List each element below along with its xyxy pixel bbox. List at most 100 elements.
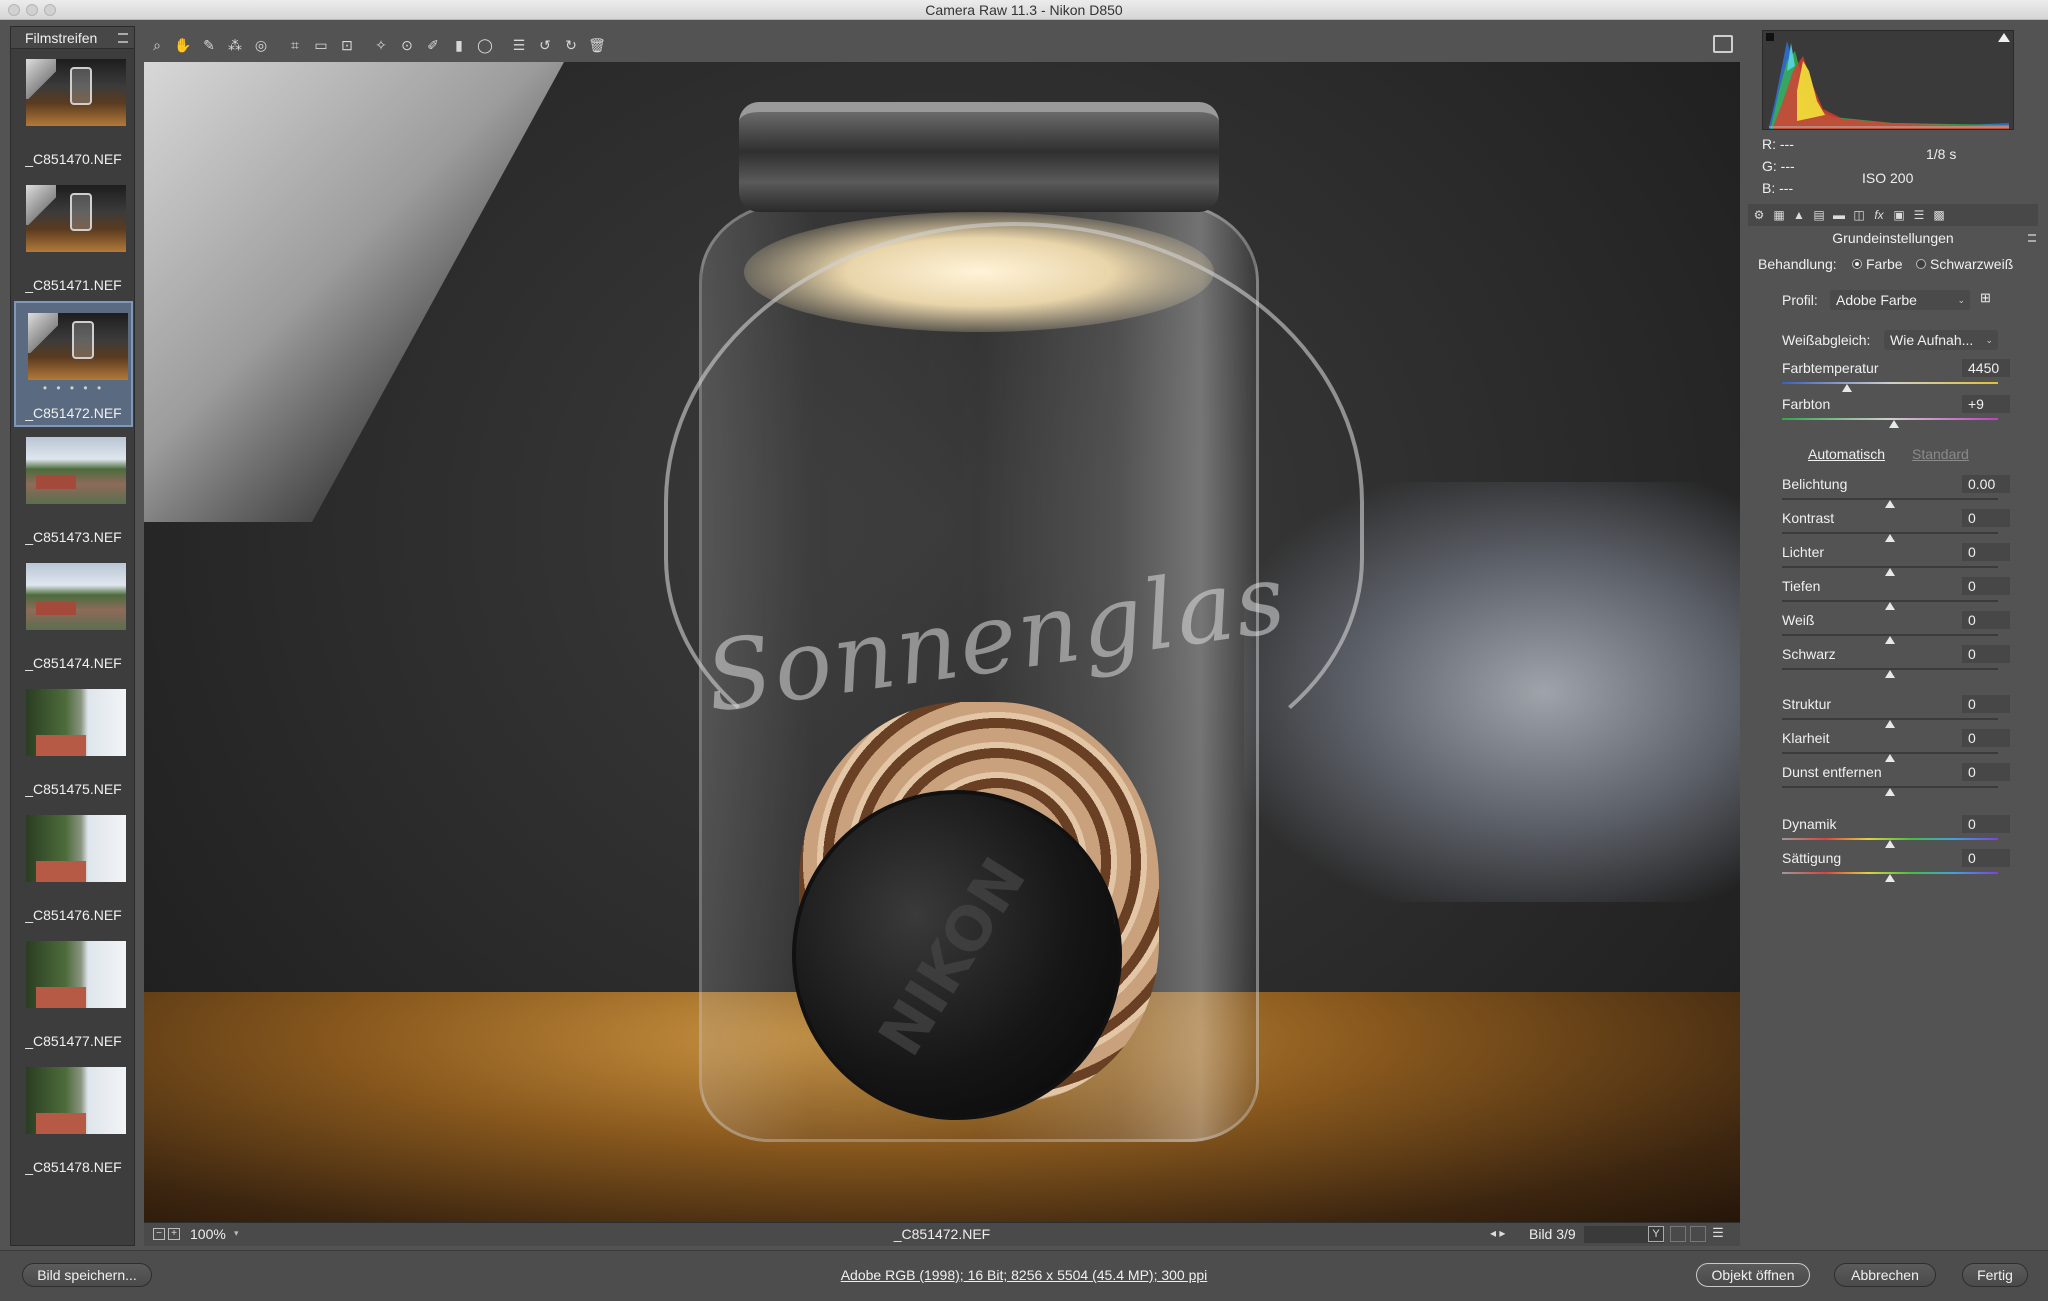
bottom-action-bar: Bild speichern... Adobe RGB (1998); 16 B… [0,1250,2048,1301]
filmstrip-item[interactable]: _C851475.NEF [14,679,133,805]
red-eye-removal-icon[interactable]: ⊙ [396,35,418,55]
rotate-right-icon[interactable]: ↻ [560,35,582,55]
adjustment-brush-icon[interactable]: ✐ [422,35,444,55]
detail-tab-icon[interactable]: ▲ [1790,207,1808,223]
filmstrip-menu-icon[interactable] [118,33,128,43]
filmstrip-item[interactable]: • • • • • _C851472.NEF [14,301,133,427]
filmstrip-item[interactable]: _C851478.NEF [14,1057,133,1183]
hand-tool-icon[interactable]: ✋ [172,35,194,55]
image-nav-arrows[interactable]: ◂ ▸ [1490,1226,1505,1240]
filmstrip-filename: _C851477.NEF [25,1033,122,1049]
default-link[interactable]: Standard [1912,446,1969,462]
color-sampler-tool-icon[interactable]: ⁂ [224,35,246,55]
swap-settings-icon[interactable] [1670,1226,1686,1242]
white-balance-tool-icon[interactable]: ✎ [198,35,220,55]
slider-thumb[interactable] [1885,720,1895,728]
filmstrip-filename: _C851478.NEF [25,1159,122,1175]
slider-value-field[interactable]: 0 [1962,577,2010,595]
crop-tool-icon[interactable]: ⌗ [284,35,306,55]
trash-icon[interactable]: 🗑 [586,35,608,55]
slider-value-field[interactable]: 0 [1962,729,2010,747]
treatment-bw-label[interactable]: Schwarzweiß [1930,256,2013,272]
lens-corrections-tab-icon[interactable]: ◫ [1850,207,1868,223]
slider-value-field[interactable]: 0 [1962,763,2010,781]
slider-value-field[interactable]: 0 [1962,509,2010,527]
slider-label: Lichter [1782,544,1825,560]
targeted-adjustment-tool-icon[interactable]: ◎ [250,35,272,55]
treatment-label: Behandlung: [1758,256,1837,272]
filmstrip-item[interactable]: _C851476.NEF [14,805,133,931]
done-button[interactable]: Fertig [1962,1263,2028,1287]
zoom-tool-icon[interactable]: ⌕ [146,35,168,55]
presets-tab-icon[interactable]: ☰ [1910,207,1928,223]
slider-thumb[interactable] [1885,534,1895,542]
slider-thumb[interactable] [1889,420,1900,428]
effects-tab-icon[interactable]: fx [1870,207,1888,223]
slider-value-field[interactable]: 0.00 [1962,475,2010,493]
calibration-tab-icon[interactable]: ▣ [1890,207,1908,223]
rgb-readout-b: B: --- [1762,180,1794,196]
before-after-toggle-icon[interactable]: Y [1648,1226,1664,1242]
hsl-tab-icon[interactable]: ▤ [1810,207,1828,223]
treatment-color-radio[interactable] [1852,259,1862,269]
tone-curve-tab-icon[interactable]: ▦ [1770,207,1788,223]
filmstrip-title: Filmstreifen [25,30,98,46]
slider-thumb[interactable] [1885,754,1895,762]
preview-preferences-icon[interactable]: ☰ [1710,1226,1726,1242]
straighten-tool-icon[interactable]: ▭ [310,35,332,55]
image-preview[interactable]: Sonnenglas NIKON [144,62,1740,1222]
slider-thumb[interactable] [1885,602,1895,610]
copy-settings-icon[interactable] [1690,1226,1706,1242]
fullscreen-toggle-icon[interactable] [1713,35,1733,53]
filmstrip-item[interactable]: _C851474.NEF [14,553,133,679]
snapshots-tab-icon[interactable]: ▩ [1930,207,1948,223]
white-balance-dropdown[interactable]: Wie Aufnah... ⌄ [1884,330,1998,350]
profile-dropdown[interactable]: Adobe Farbe ⌄ [1830,290,1970,310]
slider-value-field[interactable]: 0 [1962,645,2010,663]
slider-value-field[interactable]: 0 [1962,543,2010,561]
shadow-clipping-icon[interactable] [1766,33,1774,41]
filmstrip-item[interactable]: _C851477.NEF [14,931,133,1057]
cancel-button[interactable]: Abbrechen [1834,1263,1936,1287]
slider-value-field[interactable]: 4450 [1962,359,2010,377]
filmstrip-filename: _C851476.NEF [25,907,122,923]
slider-thumb[interactable] [1885,874,1895,882]
spot-removal-tool-icon[interactable]: ✧ [370,35,392,55]
slider-thumb[interactable] [1885,568,1895,576]
profile-browser-icon[interactable]: ⊞ [1980,290,1991,306]
auto-link[interactable]: Automatisch [1808,446,1885,462]
filmstrip-item[interactable]: _C851470.NEF [14,49,133,175]
split-toning-tab-icon[interactable]: ▬ [1830,207,1848,223]
slider-value-field[interactable]: 0 [1962,611,2010,629]
slider-thumb[interactable] [1885,788,1895,796]
slider-thumb[interactable] [1885,670,1895,678]
treatment-bw-radio[interactable] [1916,259,1926,269]
basic-tab-icon[interactable]: ⚙ [1750,207,1768,223]
slider-thumb[interactable] [1885,500,1895,508]
open-object-button[interactable]: Objekt öffnen [1696,1263,1810,1287]
chevron-down-icon: ⌄ [1957,295,1965,305]
slider-track[interactable] [1782,382,1998,384]
slider-thumb[interactable] [1885,840,1895,848]
panel-menu-icon[interactable] [2028,234,2036,242]
filmstrip-item[interactable]: _C851471.NEF [14,175,133,301]
radial-filter-icon[interactable]: ◯ [474,35,496,55]
rgb-readout-r: R: --- [1762,136,1794,152]
filmstrip-item[interactable]: _C851473.NEF [14,427,133,553]
slider-value-field[interactable]: +9 [1962,395,2010,413]
treatment-color-label[interactable]: Farbe [1866,256,1903,272]
slider-value-field[interactable]: 0 [1962,849,2010,867]
filmstrip-thumbnail [26,437,126,504]
highlight-clipping-icon[interactable] [1998,33,2010,42]
slider-thumb[interactable] [1841,384,1852,392]
slider-value-field[interactable]: 0 [1962,695,2010,713]
slider-thumb[interactable] [1885,636,1895,644]
iso-value: ISO 200 [1862,170,1914,186]
rotate-left-icon[interactable]: ↺ [534,35,556,55]
graduated-filter-icon[interactable]: ▮ [448,35,470,55]
slider-value-field[interactable]: 0 [1962,815,2010,833]
rating-dots[interactable]: • • • • • [16,381,131,395]
preferences-icon[interactable]: ☰ [508,35,530,55]
transform-tool-icon[interactable]: ⊡ [336,35,358,55]
slider-label: Belichtung [1782,476,1848,492]
